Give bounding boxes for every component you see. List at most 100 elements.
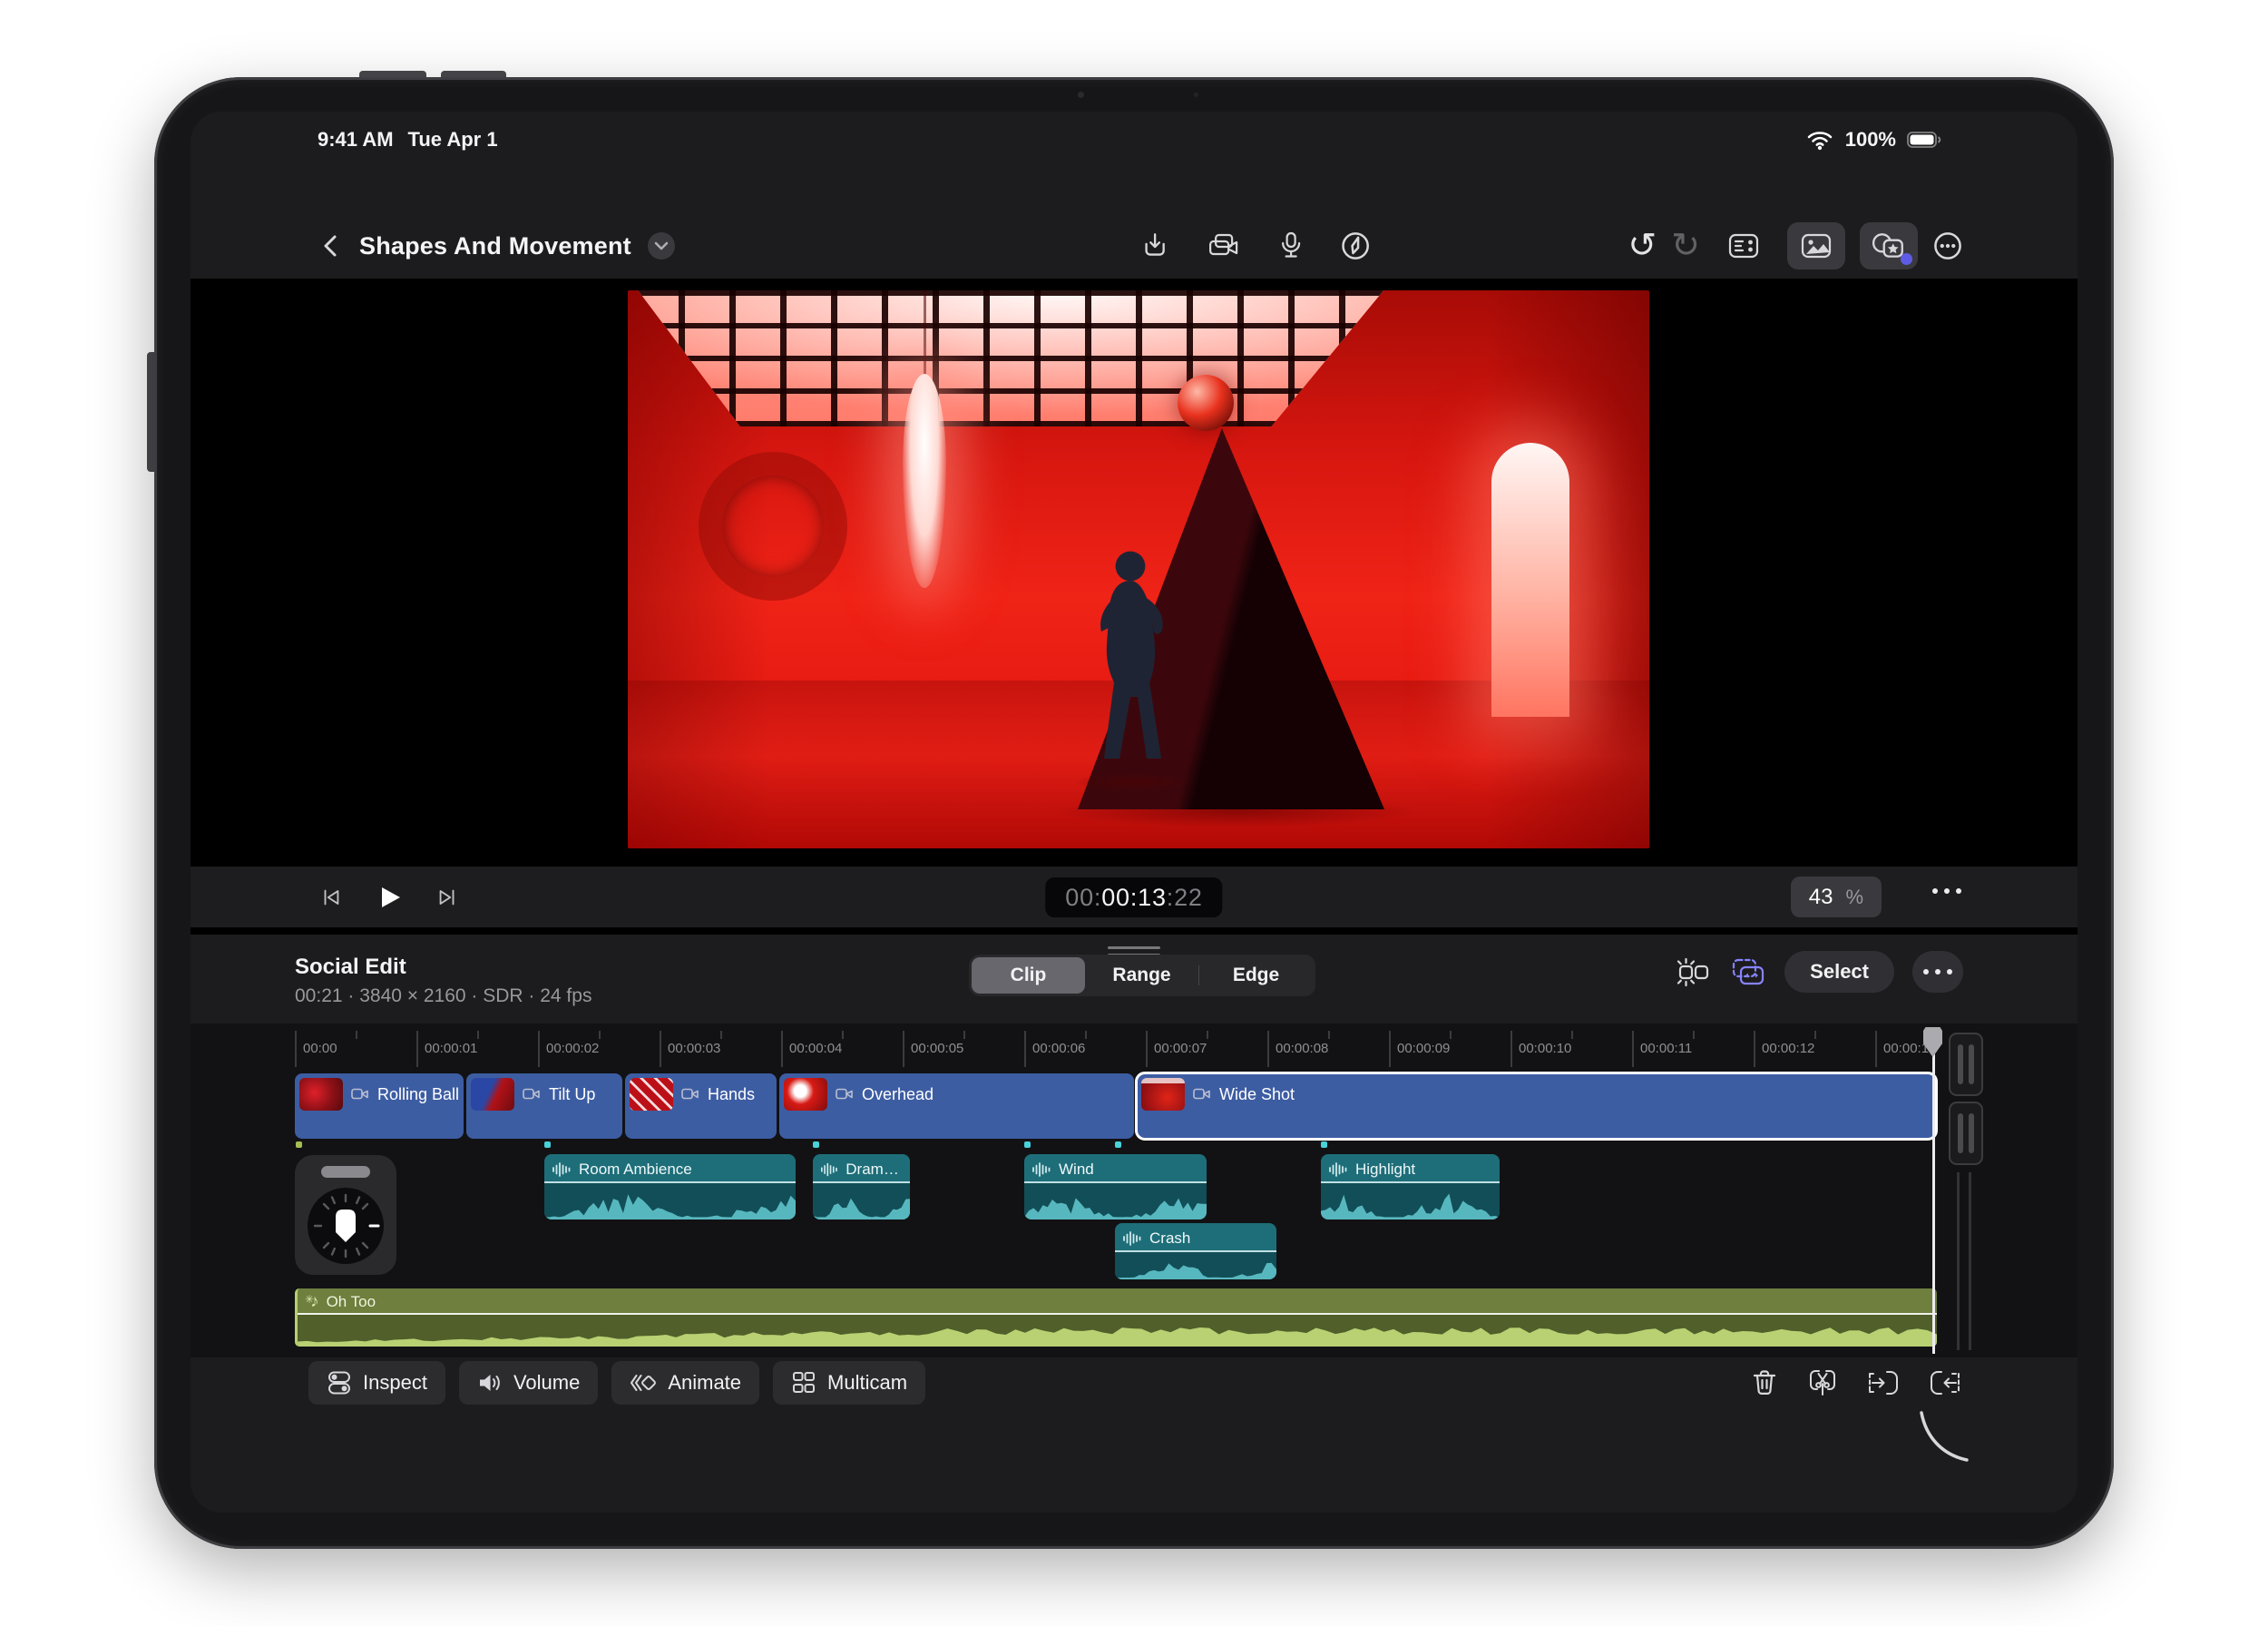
microphone-icon[interactable] (1276, 230, 1305, 261)
audio-waveform (1321, 1183, 1500, 1220)
zoom-unit: % (1845, 886, 1863, 909)
viewer-more-icon[interactable] (1932, 888, 1961, 894)
video-clip-selected[interactable]: Wide Shot (1137, 1073, 1936, 1139)
track-height-control[interactable] (1949, 1033, 1983, 1096)
audio-waveform-icon (1031, 1161, 1051, 1178)
redo-icon[interactable]: ↻ (1671, 229, 1700, 263)
clip-thumbnail (1141, 1078, 1185, 1111)
audio-waveform-icon (820, 1161, 838, 1178)
status-date: Tue Apr 1 (408, 128, 498, 152)
trash-icon[interactable] (1751, 1368, 1778, 1397)
skip-back-icon[interactable] (319, 886, 343, 909)
video-camera-icon (351, 1087, 369, 1102)
clip-thumbnail (784, 1078, 827, 1111)
audio-clip[interactable]: Wind (1024, 1154, 1207, 1220)
connection-dot (1115, 1141, 1121, 1148)
mode-clip[interactable]: Clip (972, 957, 1085, 994)
wifi-icon (1805, 128, 1834, 152)
bottom-right-tools (1751, 1361, 1961, 1405)
video-frame[interactable] (628, 290, 1649, 848)
record-camera-icon[interactable] (1206, 231, 1242, 260)
trim-start-icon[interactable] (1867, 1368, 1900, 1397)
timecode-display[interactable]: 00:00:13:22 (1045, 877, 1222, 917)
inspector-button[interactable] (1715, 222, 1773, 269)
scrollbar-track[interactable] (1957, 1172, 1960, 1350)
pencil-draw-icon[interactable] (1340, 230, 1371, 261)
media-browser-icon (1800, 232, 1833, 260)
timecode-hours: 00: (1065, 884, 1101, 912)
scrollbar-track[interactable] (1969, 1172, 1971, 1350)
mode-range[interactable]: Range (1085, 957, 1198, 994)
volume-button[interactable]: Volume (459, 1361, 598, 1405)
media-browser-button[interactable] (1787, 222, 1845, 269)
audio-waveform (813, 1183, 910, 1220)
track-scroll-control[interactable] (1949, 1102, 1983, 1165)
clip-thumbnail (299, 1078, 343, 1111)
inspector-icon (1727, 232, 1760, 260)
more-icon[interactable] (1932, 230, 1963, 261)
playhead-line (1932, 1054, 1935, 1354)
notification-dot (1901, 253, 1912, 265)
project-title[interactable]: Shapes And Movement (359, 232, 631, 260)
back-chevron-icon[interactable] (319, 232, 343, 260)
dial-ticks (308, 1188, 384, 1264)
audio-clip[interactable]: Room Ambience (544, 1154, 796, 1220)
viewer-zoom-control[interactable]: 43 % (1791, 877, 1882, 917)
video-camera-icon (836, 1087, 854, 1102)
title-menu-button[interactable] (648, 232, 675, 260)
battery-percent: 100% (1845, 128, 1896, 152)
clip-thumbnail (630, 1078, 673, 1111)
overwrite-mode-icon[interactable] (1730, 956, 1766, 987)
audio-waveform (544, 1183, 796, 1220)
status-bar: 9:41 AM Tue Apr 1 100% (191, 112, 2077, 155)
status-time: 9:41 AM (318, 128, 394, 152)
battery-icon (1907, 132, 1941, 148)
front-camera (1078, 92, 1084, 98)
effects-browser-button[interactable] (1860, 222, 1918, 269)
audio-waveform (1024, 1183, 1207, 1220)
skip-forward-icon[interactable] (435, 886, 459, 909)
light-archway (1491, 443, 1569, 717)
pencil-dial-widget[interactable] (295, 1155, 396, 1275)
mode-edge[interactable]: Edge (1199, 957, 1313, 994)
wall-ring (699, 452, 847, 601)
multicam-button[interactable]: Multicam (773, 1361, 925, 1405)
top-toolbar: Shapes And Movement (191, 213, 2077, 279)
timeline-ruler[interactable]: 00:00 00:00:01 00:00:02 00:00:03 00:00:0… (295, 1029, 1941, 1071)
video-clip[interactable]: Hands (625, 1073, 777, 1139)
animate-icon (630, 1370, 657, 1396)
import-icon[interactable] (1139, 231, 1171, 260)
audio-clip[interactable]: Crash (1115, 1223, 1276, 1279)
video-clip[interactable]: Overhead (779, 1073, 1134, 1139)
timeline-more-button[interactable] (1912, 951, 1963, 993)
clip-thumbnail (471, 1078, 514, 1111)
panel-divider (191, 927, 2077, 935)
audio-clip[interactable]: Highlight (1321, 1154, 1500, 1220)
animate-button[interactable]: Animate (611, 1361, 759, 1405)
audio-waveform-icon (552, 1161, 572, 1178)
magnetic-timeline-icon[interactable] (1676, 956, 1712, 987)
page: 9:41 AM Tue Apr 1 100% (0, 0, 2268, 1626)
timecode-frames: :22 (1167, 884, 1203, 912)
floating-sphere (1178, 375, 1234, 431)
audio-clip[interactable]: Drama… (813, 1154, 910, 1220)
split-scissors-icon[interactable] (1807, 1367, 1838, 1398)
edit-mode-segmented-control: Clip Range Edge (969, 955, 1315, 996)
video-clip[interactable]: Tilt Up (466, 1073, 622, 1139)
select-button[interactable]: Select (1784, 951, 1894, 993)
play-icon[interactable] (376, 884, 403, 911)
app-screen: 9:41 AM Tue Apr 1 100% (191, 112, 2077, 1513)
undo-icon[interactable]: ↺ (1628, 229, 1657, 263)
video-camera-icon (523, 1087, 541, 1102)
multicam-icon (791, 1370, 816, 1396)
bottom-toolbar: Inspect Volume Animate (308, 1361, 925, 1405)
timecode-main: 00:13 (1101, 884, 1167, 912)
connection-dot (544, 1141, 551, 1148)
video-clip[interactable]: Rolling Ball (295, 1073, 464, 1139)
trim-end-icon[interactable] (1929, 1368, 1961, 1397)
inspect-button[interactable]: Inspect (308, 1361, 445, 1405)
inspect-icon (327, 1370, 352, 1396)
pencil-corner-gesture (1912, 1411, 1970, 1469)
music-clip[interactable]: ✳♪ Oh Too (295, 1288, 1937, 1347)
video-camera-icon (1193, 1087, 1211, 1102)
